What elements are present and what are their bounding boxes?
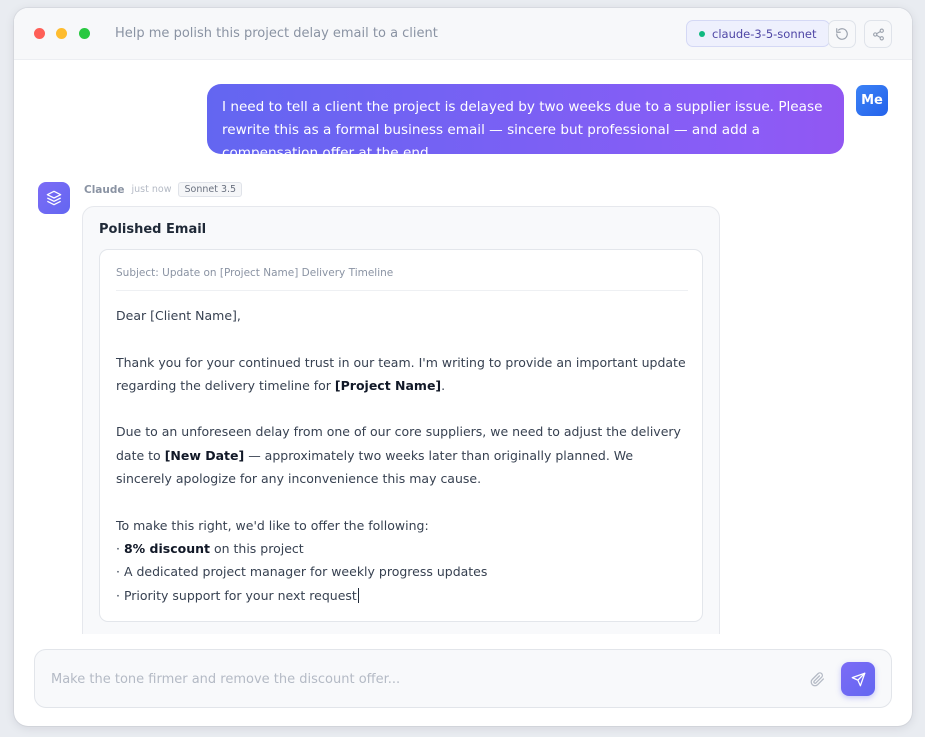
refresh-button[interactable] <box>828 20 856 48</box>
close-window-button[interactable] <box>34 28 45 39</box>
assistant-meta: Claude just now Sonnet 3.5 <box>84 182 243 197</box>
send-icon <box>851 672 865 686</box>
status-dot-icon <box>699 30 705 37</box>
typing-cursor <box>357 587 360 603</box>
email-offer-intro: To make this right, we'd like to offer t… <box>116 517 429 533</box>
model-tag: Sonnet 3.5 <box>178 182 243 197</box>
layers-icon <box>46 190 62 206</box>
conversation-title: Help me polish this project delay email … <box>115 26 438 41</box>
message-list[interactable]: I need to tell a client the project is d… <box>14 60 912 634</box>
email-bullet-1: · 8% discount on this project <box>116 540 304 556</box>
model-selector[interactable]: claude-3-5-sonnet <box>686 20 830 47</box>
email-subject: Subject: Update on [Project Name] Delive… <box>116 267 688 291</box>
email-bullet-3: · Priority support for your next request <box>116 584 688 607</box>
email-greeting: Dear [Client Name], <box>116 308 241 323</box>
email-preview: Subject: Update on [Project Name] Delive… <box>99 249 703 622</box>
assistant-message-card: Polished Email Subject: Update on [Proje… <box>82 206 720 634</box>
share-icon <box>872 28 884 40</box>
title-bar: Help me polish this project delay email … <box>14 8 912 60</box>
assistant-name: Claude <box>84 183 125 196</box>
message-timestamp: just now <box>131 184 172 195</box>
email-paragraph-2: Due to an unforeseen delay from one of o… <box>116 424 681 487</box>
user-message: I need to tell a client the project is d… <box>207 84 844 161</box>
minimize-window-button[interactable] <box>56 28 67 39</box>
email-paragraph-1: Thank you for your continued trust in ou… <box>116 354 686 393</box>
card-title: Polished Email <box>99 222 207 237</box>
attach-button[interactable] <box>807 669 827 689</box>
model-name: claude-3-5-sonnet <box>712 26 817 41</box>
send-button[interactable] <box>841 662 875 696</box>
message-input[interactable] <box>51 669 791 689</box>
email-body: Dear [Client Name], Thank you for your c… <box>116 304 688 607</box>
email-bullet-2: · A dedicated project manager for weekly… <box>116 564 488 580</box>
message-composer <box>34 649 892 708</box>
share-button[interactable] <box>864 20 892 48</box>
paperclip-icon <box>810 671 824 686</box>
user-avatar: Me <box>856 85 888 116</box>
refresh-icon <box>836 28 848 40</box>
assistant-avatar <box>38 182 70 214</box>
chat-window: Help me polish this project delay email … <box>14 8 912 726</box>
maximize-window-button[interactable] <box>79 28 90 39</box>
